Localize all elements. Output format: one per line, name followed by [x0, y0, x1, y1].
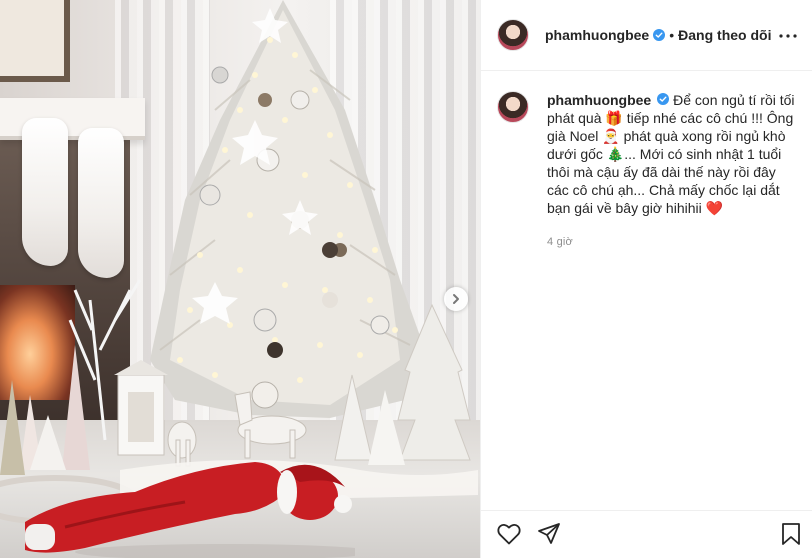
share-button[interactable]	[535, 520, 563, 548]
author-avatar[interactable]	[497, 19, 529, 51]
post-timestamp[interactable]: 4 giờ	[547, 233, 796, 251]
header-username[interactable]: phamhuongbee	[545, 27, 649, 43]
next-photo-button[interactable]	[444, 287, 468, 311]
post-header: phamhuongbee • Đang theo dõi	[481, 0, 812, 71]
verified-badge-icon	[653, 29, 666, 41]
more-options-button[interactable]	[776, 24, 800, 48]
save-button[interactable]	[777, 520, 805, 548]
post-side-panel: phamhuongbee • Đang theo dõi phamhuongbe…	[480, 0, 812, 558]
bookmark-icon	[782, 523, 800, 545]
sleeping-baby	[25, 462, 355, 558]
chevron-right-icon	[453, 294, 459, 304]
caption-author-avatar[interactable]	[497, 91, 529, 123]
verified-badge-icon	[657, 93, 670, 105]
header-info: phamhuongbee • Đang theo dõi	[545, 27, 771, 43]
post-photo[interactable]	[0, 0, 480, 558]
caption-username[interactable]: phamhuongbee	[547, 92, 651, 108]
paper-plane-icon	[538, 523, 560, 544]
caption-comment: phamhuongbee Để con ngủ tí rồi tối phát …	[481, 71, 812, 251]
more-options-icon	[779, 34, 797, 38]
header-separator: •	[669, 27, 675, 43]
caption-text: Để con ngủ tí rồi tối phát quà 🎁 tiếp nh…	[547, 92, 795, 216]
like-button[interactable]	[495, 520, 523, 548]
caption-block: phamhuongbee Để con ngủ tí rồi tối phát …	[547, 91, 796, 251]
following-button[interactable]: Đang theo dõi	[678, 27, 771, 43]
heart-icon	[497, 524, 521, 545]
action-bar	[481, 510, 812, 558]
